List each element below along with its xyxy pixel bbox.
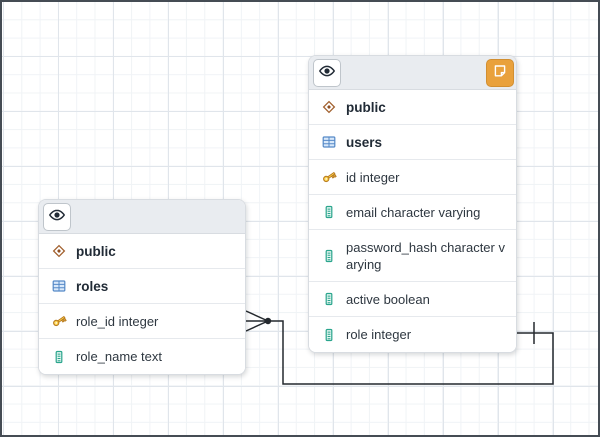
column-row: role_id integer: [39, 304, 245, 339]
schema-row: public: [309, 90, 516, 125]
column-label: role_id integer: [76, 313, 158, 330]
column-label: role integer: [346, 326, 411, 343]
primary-key-icon: [321, 169, 337, 185]
column-row: id integer: [309, 160, 516, 195]
column-row: password_hash character varying: [309, 230, 516, 282]
table-name: roles: [76, 278, 108, 295]
eye-icon: [48, 206, 66, 227]
table-name-row: users: [309, 125, 516, 160]
users-node-header: [309, 56, 516, 90]
crow-foot-many-end: [246, 311, 268, 331]
note-icon: [492, 63, 508, 82]
show-details-button[interactable]: [313, 59, 341, 87]
table-note-button[interactable]: [486, 59, 514, 87]
eye-icon: [318, 62, 336, 83]
roles-node-header: [39, 200, 245, 234]
schema-row: public: [39, 234, 245, 269]
column-icon: [51, 349, 67, 365]
erd-canvas[interactable]: public roles: [0, 0, 600, 437]
schema-name: public: [76, 243, 116, 260]
column-label: password_hash character varying: [346, 239, 508, 273]
table-grid-icon: [321, 134, 337, 150]
schema-diamond-icon: [321, 99, 337, 115]
schema-name: public: [346, 99, 386, 116]
table-node-users[interactable]: public users: [308, 55, 517, 353]
schema-diamond-icon: [51, 243, 67, 259]
show-details-button[interactable]: [43, 203, 71, 231]
column-label: email character varying: [346, 204, 480, 221]
column-label: id integer: [346, 169, 399, 186]
table-node-roles[interactable]: public roles: [38, 199, 246, 375]
column-row: role integer: [309, 317, 516, 352]
primary-key-icon: [51, 313, 67, 329]
edge-junction-dot: [265, 318, 271, 324]
column-label: role_name text: [76, 348, 162, 365]
table-grid-icon: [51, 278, 67, 294]
column-row: active boolean: [309, 282, 516, 317]
column-icon: [321, 327, 337, 343]
column-icon: [321, 248, 337, 264]
column-label: active boolean: [346, 291, 430, 308]
column-row: email character varying: [309, 195, 516, 230]
table-name: users: [346, 134, 382, 151]
column-row: role_name text: [39, 339, 245, 374]
column-icon: [321, 291, 337, 307]
table-name-row: roles: [39, 269, 245, 304]
column-icon: [321, 204, 337, 220]
